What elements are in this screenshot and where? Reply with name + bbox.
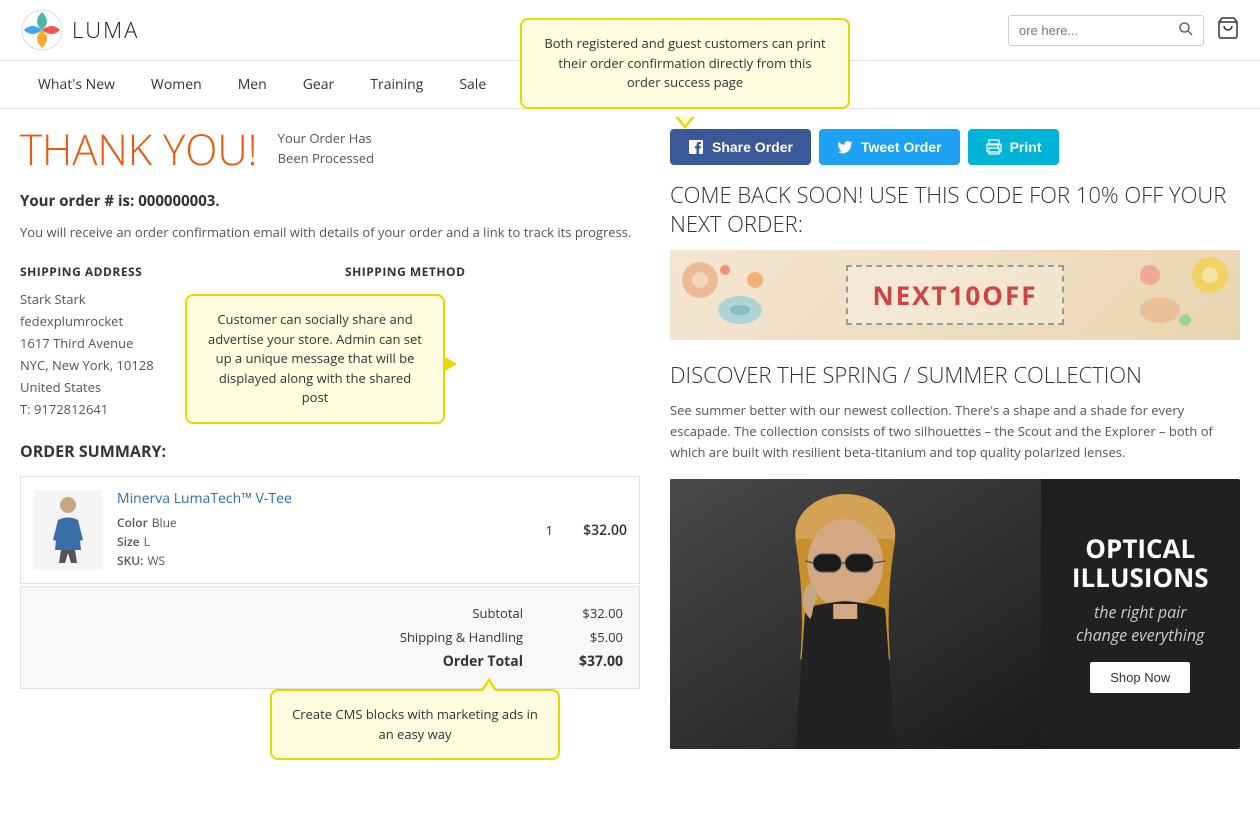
promo-decoration-left — [680, 255, 780, 335]
order-summary-section: ORDER SUMMARY: Minerva LumaTech™ V-Tee — [20, 440, 640, 689]
item-sku: SKU: WS — [117, 552, 532, 569]
item-quantity: 1 — [546, 521, 553, 539]
order-processed-text: Your Order Has Been Processed — [278, 129, 374, 168]
tooltip-print: Both registered and guest customers can … — [520, 18, 850, 109]
tooltip-social: Customer can socially share and advertis… — [185, 294, 445, 424]
nav-item-training[interactable]: Training — [352, 61, 441, 108]
item-color: Color Blue — [117, 514, 532, 531]
optical-banner: OPTICAL ILLUSIONS the right pair change … — [670, 479, 1240, 749]
tooltip-cms: Create CMS blocks with marketing ads in … — [270, 689, 560, 760]
subtotal-row: Subtotal $32.00 — [37, 601, 623, 625]
grand-total-row: Order Total $37.00 — [37, 649, 623, 674]
thank-you-heading: THANK YOU! — [20, 129, 258, 171]
search-icon — [1179, 22, 1193, 36]
nav-item-sale[interactable]: Sale — [441, 61, 504, 108]
order-number: Your order # is: 000000003. — [20, 191, 640, 211]
promo-code[interactable]: NEXT10OFF — [846, 265, 1063, 325]
product-thumbnail — [43, 495, 93, 565]
optical-subtext: the right pair change everything — [1076, 601, 1204, 646]
social-buttons: Share Order Tweet Order Print — [670, 129, 1240, 165]
twitter-share-button[interactable]: Tweet Order — [819, 129, 960, 165]
search-input[interactable] — [1009, 17, 1169, 44]
facebook-share-button[interactable]: Share Order — [670, 129, 811, 165]
nav-item-whats-new[interactable]: What's New — [20, 61, 133, 108]
print-button[interactable]: Print — [968, 129, 1060, 165]
twitter-icon — [837, 139, 853, 155]
facebook-icon — [688, 139, 704, 155]
promo-title: COME BACK SOON! USE THIS CODE FOR 10% OF… — [670, 181, 1240, 238]
optical-text-panel: OPTICAL ILLUSIONS the right pair change … — [1041, 479, 1241, 749]
search-button[interactable] — [1169, 16, 1203, 45]
order-totals: Subtotal $32.00 Shipping & Handling $5.0… — [20, 586, 640, 689]
collection-title: DISCOVER THE SPRING / SUMMER COLLECTION — [670, 360, 1240, 390]
item-image — [33, 490, 103, 570]
thank-you-section: THANK YOU! Your Order Has Been Processed — [20, 129, 640, 171]
optical-heading: OPTICAL ILLUSIONS — [1072, 534, 1209, 591]
print-icon — [986, 139, 1002, 155]
shipping-row: Shipping & Handling $5.00 — [37, 625, 623, 649]
order-email-text: You will receive an order confirmation e… — [20, 223, 640, 243]
logo-text: LUMA — [72, 15, 139, 45]
promo-banner: NEXT10OFF — [670, 250, 1240, 340]
right-column: Share Order Tweet Order Print COME BACK … — [670, 129, 1240, 749]
item-name[interactable]: Minerva LumaTech™ V-Tee — [117, 489, 532, 508]
logo[interactable]: LUMA — [20, 8, 139, 52]
left-column: THANK YOU! Your Order Has Been Processed… — [20, 129, 640, 749]
nav-item-women[interactable]: Women — [133, 61, 220, 108]
logo-icon — [20, 8, 64, 52]
item-size: Size L — [117, 533, 532, 550]
cart-icon[interactable] — [1216, 16, 1240, 45]
optical-photo — [670, 479, 1041, 749]
collection-description: See summer better with our newest collec… — [670, 400, 1240, 462]
shop-now-button[interactable]: Shop Now — [1090, 662, 1190, 693]
item-details: Minerva LumaTech™ V-Tee Color Blue Size … — [117, 489, 532, 571]
order-item: Minerva LumaTech™ V-Tee Color Blue Size … — [20, 476, 640, 584]
promo-decoration-right — [1130, 255, 1230, 335]
main-content: THANK YOU! Your Order Has Been Processed… — [0, 109, 1260, 769]
nav-item-men[interactable]: Men — [220, 61, 285, 108]
search-box — [1008, 15, 1204, 46]
item-price: $32.00 — [567, 521, 627, 540]
nav-item-gear[interactable]: Gear — [285, 61, 353, 108]
